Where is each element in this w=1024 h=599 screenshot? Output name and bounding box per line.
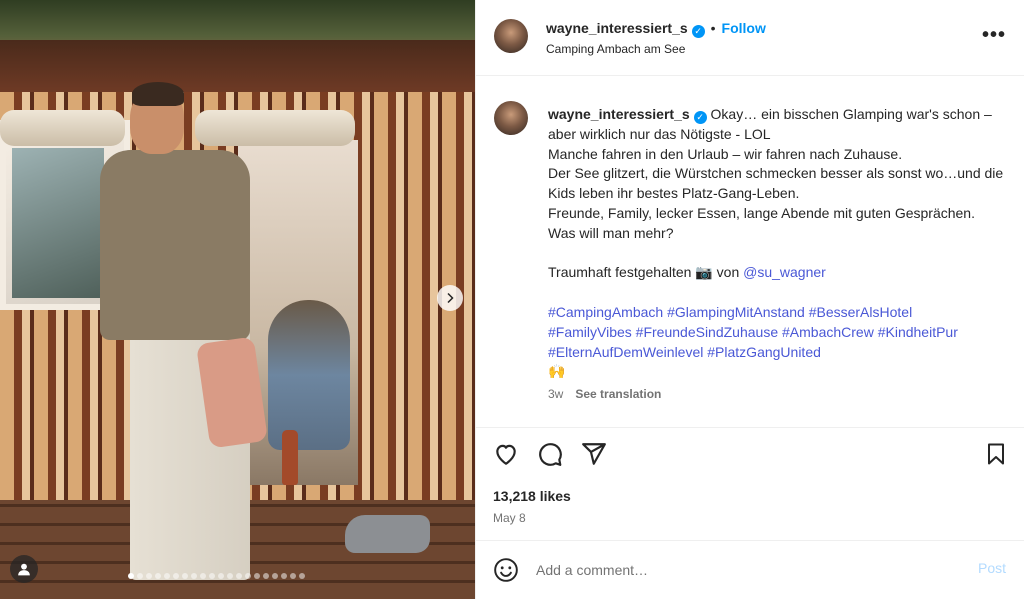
carousel-dot — [236, 573, 242, 579]
photo-roof — [0, 40, 475, 92]
caption: wayne_interessiert_s ✓ Okay… ein bisschen… — [476, 77, 1024, 427]
post-date: May 8 — [493, 511, 526, 525]
carousel-dot — [164, 573, 170, 579]
photo-awning-right — [195, 110, 355, 146]
share-icon[interactable] — [580, 440, 608, 468]
carousel-dot — [263, 573, 269, 579]
hashtag-link[interactable]: #GlampingMitAnstand — [667, 304, 805, 320]
photo-man-body — [100, 150, 250, 340]
photo-bottle — [282, 430, 298, 485]
action-bar — [492, 440, 1010, 470]
carousel-dot — [272, 573, 278, 579]
carousel-dot — [254, 573, 260, 579]
location-link[interactable]: Camping Ambach am See — [546, 42, 685, 56]
header-username[interactable]: wayne_interessiert_s — [546, 20, 688, 36]
hashtag-link[interactable]: #AmbachCrew — [782, 324, 874, 340]
hashtag-link[interactable]: #ElternAufDemWeinlevel — [548, 344, 703, 360]
post-photo[interactable] — [0, 0, 475, 599]
comment-icon[interactable] — [536, 440, 564, 468]
caption-username[interactable]: wayne_interessiert_s — [548, 106, 690, 122]
caption-line: Was will man mehr? — [548, 224, 674, 241]
carousel-dot — [218, 573, 224, 579]
carousel-dot — [209, 573, 215, 579]
comment-box: Post — [492, 554, 1010, 586]
carousel-dot — [191, 573, 197, 579]
bookmark-icon[interactable] — [982, 440, 1010, 468]
credit-mention-link[interactable]: @su_wagner — [743, 264, 826, 280]
photo-man-hair — [132, 82, 184, 106]
more-options-icon[interactable]: ••• — [982, 24, 1006, 47]
chevron-right-icon — [447, 292, 454, 304]
carousel-dots — [128, 573, 305, 579]
time-ago[interactable]: 3w — [548, 387, 563, 401]
caption-text: wayne_interessiert_s ✓ Okay… ein bisschen… — [548, 105, 1012, 382]
divider — [476, 427, 1024, 428]
carousel-dot — [182, 573, 188, 579]
hashtag-link[interactable]: #CampingAmbach — [548, 304, 663, 320]
carousel-dot — [137, 573, 143, 579]
emoji-icon[interactable] — [492, 556, 520, 584]
carousel-next-button[interactable] — [437, 285, 463, 311]
hashtag-link[interactable]: #BesserAlsHotel — [809, 304, 913, 320]
credit-text: Traumhaft festgehalten 📷 von — [548, 264, 744, 281]
photo-woman — [268, 300, 350, 450]
carousel-dot — [299, 573, 305, 579]
post-button[interactable]: Post — [978, 560, 1006, 576]
carousel-dot — [146, 573, 152, 579]
carousel-dot — [290, 573, 296, 579]
carousel-dot — [281, 573, 287, 579]
carousel-dot — [200, 573, 206, 579]
carousel-dot — [245, 573, 251, 579]
verified-badge-icon: ✓ — [693, 111, 707, 124]
divider — [476, 540, 1024, 541]
see-translation-button[interactable]: See translation — [575, 387, 661, 401]
photo-awning-left — [0, 110, 125, 146]
caption-line: Manche fahren in den Urlaub – wir fahren… — [548, 145, 903, 162]
hashtag-link[interactable]: #KindheitPur — [878, 324, 958, 340]
caption-line: Freunde, Family, lecker Essen, lange Abe… — [548, 204, 975, 221]
caption-meta: 3w See translation — [548, 387, 661, 401]
carousel-dot — [227, 573, 233, 579]
caption-emoji: 🙌 — [548, 363, 566, 380]
avatar[interactable] — [494, 101, 528, 135]
carousel-dot — [128, 573, 134, 579]
follow-button[interactable]: Follow — [722, 20, 766, 36]
photo-shoes — [345, 515, 430, 553]
carousel-dot — [155, 573, 161, 579]
comment-input[interactable] — [536, 558, 936, 582]
post-header: wayne_interessiert_s ✓ • Follow Camping Amb… — [476, 0, 1024, 76]
hashtag-link[interactable]: #FreundeSindZuhause — [636, 324, 778, 340]
avatar[interactable] — [494, 19, 528, 53]
tagged-people-icon[interactable] — [10, 555, 38, 583]
verified-badge-icon: ✓ — [691, 25, 705, 38]
hashtag-link[interactable]: #FamilyVibes — [548, 324, 632, 340]
separator: • — [710, 20, 716, 36]
carousel-dot — [173, 573, 179, 579]
caption-line: Der See glitzert, die Würstchen schmecke… — [548, 165, 1004, 202]
likes-count[interactable]: 13,218 likes — [493, 488, 571, 504]
post-sidebar: wayne_interessiert_s ✓ • Follow Camping Amb… — [475, 0, 1024, 599]
hashtag-link[interactable]: #PlatzGangUnited — [707, 344, 821, 360]
heart-icon[interactable] — [492, 440, 520, 468]
